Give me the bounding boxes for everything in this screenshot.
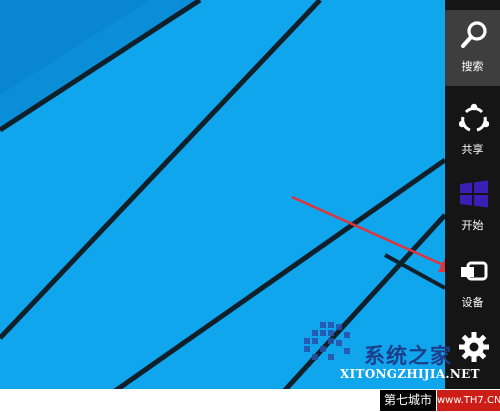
- charm-devices-label: 设备: [461, 296, 484, 309]
- devices-icon: [461, 261, 488, 281]
- windows-logo-icon: [460, 180, 488, 208]
- charm-search-label: 搜索: [461, 60, 484, 73]
- search-icon: [461, 21, 487, 48]
- watermark-subtitle: XITONGZHIJIA.NET: [340, 367, 480, 381]
- share-icon: [459, 103, 489, 132]
- charm-start-label: 开始: [461, 219, 484, 232]
- charm-start[interactable]: 开始: [445, 169, 500, 245]
- charm-search[interactable]: 搜索: [445, 10, 500, 86]
- footer-site-name: 第七城市: [380, 390, 436, 411]
- charm-devices[interactable]: 设备: [445, 246, 500, 322]
- watermark-title: 系统之家: [364, 344, 452, 368]
- charm-share-label: 共享: [461, 143, 484, 156]
- charm-share[interactable]: 共享: [445, 93, 500, 169]
- footer-site-url: www.TH7.CN: [437, 390, 500, 411]
